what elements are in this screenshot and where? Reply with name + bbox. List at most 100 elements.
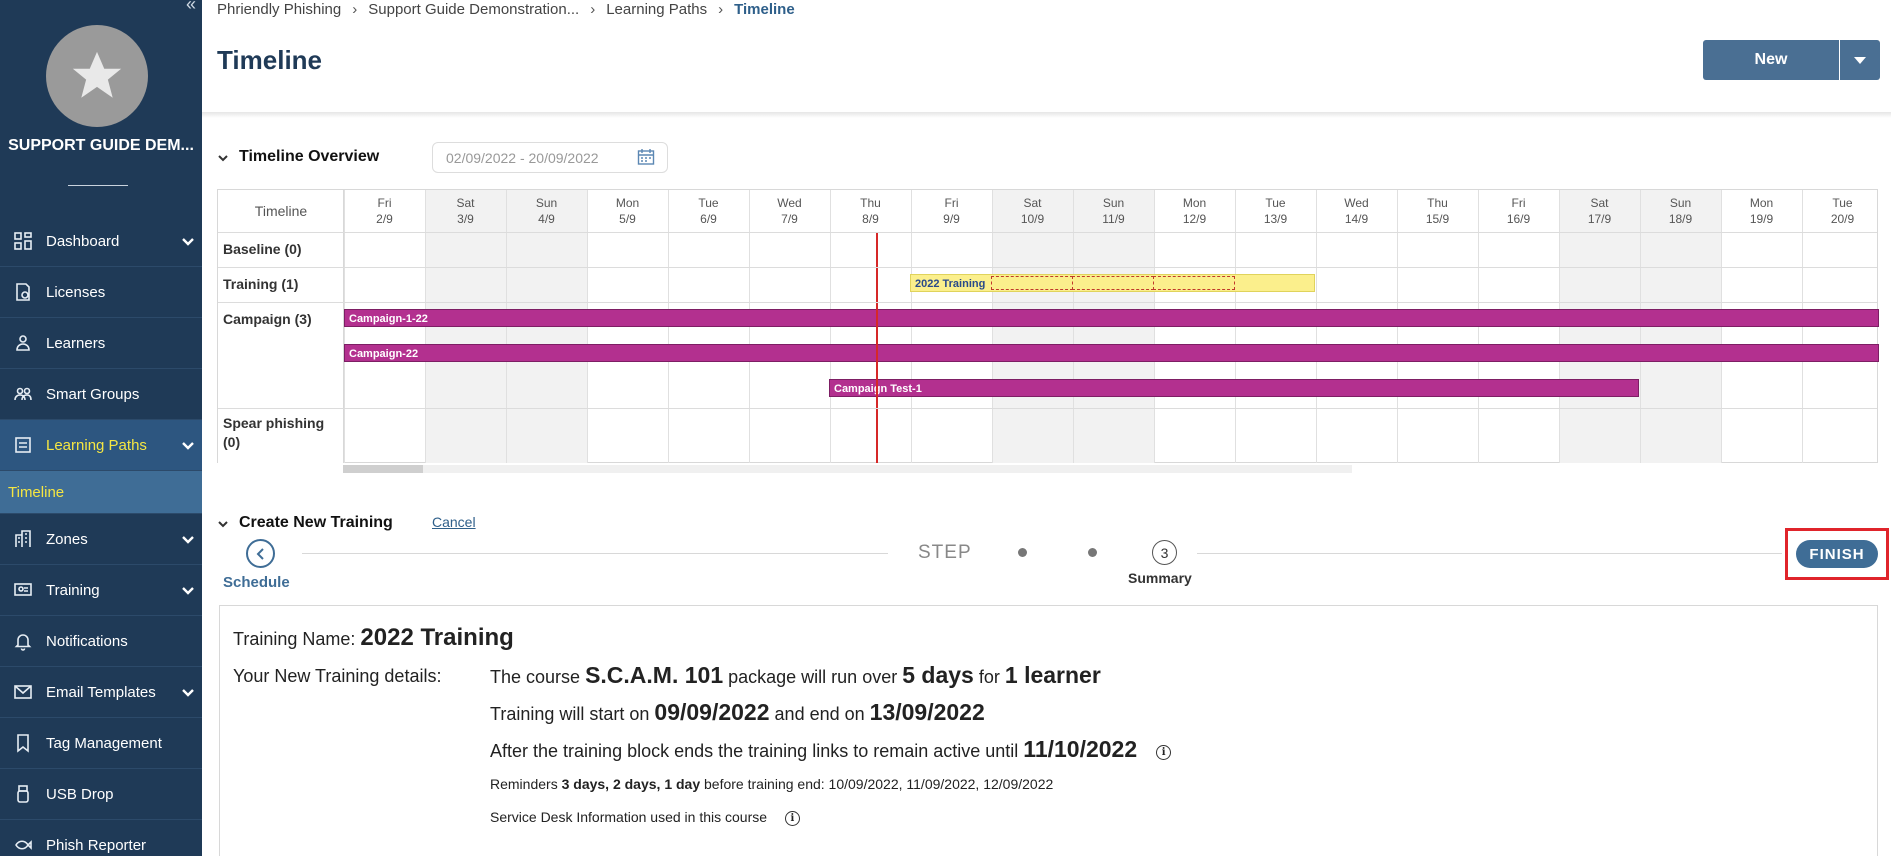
sidebar-item-tag-management[interactable]: Tag Management xyxy=(0,718,202,769)
row-label-baseline: Baseline (0) xyxy=(223,241,302,257)
bell-icon xyxy=(12,630,34,652)
dashboard-icon xyxy=(12,230,34,252)
training-bar-2022-training[interactable]: 2022 Training xyxy=(910,274,1315,292)
cancel-link[interactable]: Cancel xyxy=(432,514,476,530)
day-date: 14/9 xyxy=(1344,212,1369,226)
day-of-week: Wed xyxy=(777,196,802,210)
timeline-day-header: Mon 19/9 xyxy=(1721,190,1802,232)
text-fragment: After the training block ends the traini… xyxy=(490,741,1019,761)
training-icon xyxy=(12,579,34,601)
text-fragment: and end on xyxy=(774,704,865,724)
timeline-header-label: Timeline xyxy=(254,203,308,219)
org-name: SUPPORT GUIDE DEM... xyxy=(8,137,194,154)
day-of-week: Fri xyxy=(377,196,392,210)
day-date: 13/9 xyxy=(1263,212,1288,226)
sidebar-item-label: Phish Reporter xyxy=(46,836,147,854)
sidebar-subitem-timeline[interactable]: Timeline xyxy=(0,471,202,514)
day-date: 20/9 xyxy=(1830,212,1855,226)
campaign-bar-campaign-test-1[interactable]: Campaign Test-1 xyxy=(829,379,1639,397)
chevron-down-icon xyxy=(180,531,196,547)
timeline-scrollbar[interactable] xyxy=(343,465,1352,473)
step-dot-1 xyxy=(1018,548,1027,557)
step-3-indicator: 3 xyxy=(1152,540,1177,565)
training-name-label: Training Name: xyxy=(233,629,356,649)
scrollbar-thumb[interactable] xyxy=(343,465,423,473)
sidebar: « SUPPORT GUIDE DEM... Dashboard License… xyxy=(0,0,202,856)
previous-step-button[interactable] xyxy=(246,539,275,568)
sidebar-item-label: USB Drop xyxy=(46,785,114,803)
new-button[interactable]: New xyxy=(1703,40,1839,80)
sidebar-item-email-templates[interactable]: Email Templates xyxy=(0,667,202,718)
sidebar-item-usb-drop[interactable]: USB Drop xyxy=(0,769,202,820)
sidebar-item-learners[interactable]: Learners xyxy=(0,318,202,369)
text-fragment: for xyxy=(978,667,1000,687)
timeline-day-header: Sun 11/9 xyxy=(1073,190,1154,232)
timeline-day-header: Sun 4/9 xyxy=(506,190,587,232)
day-date: 12/9 xyxy=(1182,212,1207,226)
breadcrumb-current: Timeline xyxy=(734,1,795,18)
breadcrumb-item[interactable]: Support Guide Demonstration... xyxy=(368,1,579,18)
campaign-bar-campaign-22[interactable]: Campaign-22 xyxy=(344,344,1879,362)
breadcrumb-item[interactable]: Phriendly Phishing xyxy=(217,1,341,18)
finish-button[interactable]: FINISH xyxy=(1796,540,1878,568)
timeline-day-header: Thu 8/9 xyxy=(830,190,911,232)
day-of-week: Sat xyxy=(456,196,475,210)
email-icon xyxy=(12,681,34,703)
timeline-day-header: Tue 13/9 xyxy=(1235,190,1316,232)
sidebar-item-training[interactable]: Training xyxy=(0,565,202,616)
star-icon xyxy=(72,51,122,98)
links-active-line: After the training block ends the traini… xyxy=(490,736,1172,763)
chevron-left-icon xyxy=(256,547,264,560)
sidebar-item-notifications[interactable]: Notifications xyxy=(0,616,202,667)
previous-step-label[interactable]: Schedule xyxy=(223,574,290,591)
timeline-row-divider xyxy=(218,408,1877,409)
sidebar-item-label: Email Templates xyxy=(46,683,156,701)
campaign-bar-campaign-1-22[interactable]: Campaign-1-22 xyxy=(344,309,1879,327)
breadcrumb-item[interactable]: Learning Paths xyxy=(606,1,707,18)
phish-reporter-icon xyxy=(12,834,34,856)
sidebar-item-licenses[interactable]: Licenses xyxy=(0,267,202,318)
day-date: 10/9 xyxy=(1020,212,1045,226)
sidebar-item-learning-paths[interactable]: Learning Paths xyxy=(0,420,202,471)
page-title: Timeline xyxy=(217,45,323,75)
info-icon[interactable]: i xyxy=(1156,744,1172,760)
stepper-line xyxy=(302,553,888,554)
day-of-week: Sun xyxy=(1102,196,1125,210)
bar-label: 2022 Training xyxy=(915,278,986,290)
timeline-day-header: Sat 10/9 xyxy=(992,190,1073,232)
sidebar-item-label: Dashboard xyxy=(46,232,120,250)
usb-icon xyxy=(12,783,34,805)
day-date: 19/9 xyxy=(1749,212,1774,226)
timeline-day-header: Tue 20/9 xyxy=(1802,190,1883,232)
info-icon[interactable]: i xyxy=(784,810,800,826)
timeline-row-divider xyxy=(218,232,1877,233)
new-dropdown-toggle[interactable] xyxy=(1840,40,1880,80)
training-day-block xyxy=(1153,276,1235,290)
step-label: STEP xyxy=(918,542,972,563)
date-range-picker[interactable]: 02/09/2022 - 20/09/2022 xyxy=(432,142,668,173)
create-training-toggle[interactable]: Create New Training xyxy=(217,514,393,532)
sidebar-item-phish-reporter[interactable]: Phish Reporter xyxy=(0,820,202,856)
reminders-line: Reminders 3 days, 2 days, 1 day before t… xyxy=(490,776,1053,792)
day-of-week: Sun xyxy=(1669,196,1692,210)
calendar-icon xyxy=(637,149,655,165)
breadcrumb-separator: › xyxy=(590,1,596,18)
details-label: Your New Training details: xyxy=(233,666,442,686)
day-of-week: Sun xyxy=(535,196,558,210)
timeline-day-header: Sun 18/9 xyxy=(1640,190,1721,232)
sidebar-item-label: Learning Paths xyxy=(46,436,147,454)
sidebar-item-dashboard[interactable]: Dashboard xyxy=(0,216,202,267)
breadcrumb-separator: › xyxy=(352,1,358,18)
collapse-sidebar-button[interactable]: « xyxy=(186,0,196,15)
reminder-intervals: 3 days, 2 days, 1 day xyxy=(561,776,701,792)
sidebar-item-label: Zones xyxy=(46,530,88,548)
sidebar-item-zones[interactable]: Zones xyxy=(0,514,202,565)
sidebar-item-smart-groups[interactable]: Smart Groups xyxy=(0,369,202,420)
service-desk-line: Service Desk Information used in this co… xyxy=(490,809,800,826)
timeline-day-header: Fri 2/9 xyxy=(344,190,425,232)
text-fragment: package will run over xyxy=(728,667,898,687)
links-active-date: 11/10/2022 xyxy=(1023,736,1138,762)
day-of-week: Mon xyxy=(615,196,640,210)
sidebar-nav: Dashboard Licenses Learners Smart Groups… xyxy=(0,216,202,856)
timeline-overview-toggle[interactable]: Timeline Overview xyxy=(217,148,379,166)
